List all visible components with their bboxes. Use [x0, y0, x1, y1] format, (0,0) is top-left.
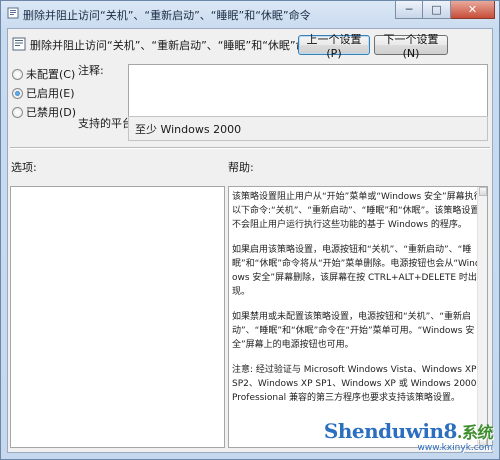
scroll-up-arrow[interactable] — [479, 187, 487, 196]
options-label: 选项: — [11, 161, 37, 174]
previous-setting-button[interactable]: 上一个设置(P) — [298, 33, 370, 60]
help-paragraph: 注意: 经过验证与 Microsoft Windows Vista、Window… — [232, 365, 477, 403]
comment-label: 注释: — [78, 64, 104, 77]
help-paragraph: 如果启用该策略设置，电源按钮和“关机”、“重新启动”、“睡眠”和“休眠”命令将从… — [232, 245, 481, 297]
dialog-client: 删除并阻止访问“关机”、“重新启动”、“睡眠”和“休眠”命令 上一个设置(P) … — [7, 28, 493, 453]
platform-value: 至少 Windows 2000 — [135, 123, 242, 136]
radio-not-configured[interactable]: 未配置(C) — [12, 66, 75, 82]
radio-label: 未配置(C) — [26, 68, 76, 81]
policy-title: 删除并阻止访问“关机”、“重新启动”、“睡眠”和“休眠”命令 — [30, 39, 318, 52]
radio-label: 已禁用(D) — [26, 106, 77, 119]
policy-setting-icon — [7, 7, 19, 19]
policy-window: 删除并阻止访问“关机”、“重新启动”、“睡眠”和“休眠”命令 ─ □ ✕ 删除并… — [0, 0, 500, 460]
radio-label: 已启用(E) — [26, 87, 75, 100]
maximize-button[interactable]: □ — [423, 1, 451, 19]
scroll-down-arrow[interactable] — [479, 438, 487, 447]
options-pane[interactable] — [10, 186, 225, 448]
platform-field: 至少 Windows 2000 — [128, 116, 488, 141]
radio-indicator[interactable] — [12, 106, 23, 118]
divider — [10, 147, 490, 149]
policy-icon — [12, 37, 26, 51]
help-scrollbar[interactable] — [477, 187, 487, 447]
help-paragraph: 如果禁用或未配置该策略设置，电源按钮和“关机”、“重新启动”、“睡眠”和“休眠”… — [232, 312, 475, 350]
help-paragraph: 该策略设置阻止用户从“开始”菜单或“Windows 安全”屏幕执行以下命令:“关… — [232, 192, 483, 230]
help-label: 帮助: — [228, 161, 254, 174]
next-setting-button[interactable]: 下一个设置(N) — [374, 33, 448, 60]
minimize-button[interactable]: ─ — [395, 1, 423, 19]
radio-enabled[interactable]: 已启用(E) — [12, 85, 75, 101]
radio-disabled[interactable]: 已禁用(D) — [12, 104, 76, 120]
close-button[interactable]: ✕ — [451, 1, 495, 19]
title-bar[interactable]: 删除并阻止访问“关机”、“重新启动”、“睡眠”和“休眠”命令 ─ □ ✕ — [1, 1, 499, 27]
window-title: 删除并阻止访问“关机”、“重新启动”、“睡眠”和“休眠”命令 — [23, 9, 311, 22]
help-pane[interactable]: 该策略设置阻止用户从“开始”菜单或“Windows 安全”屏幕执行以下命令:“关… — [228, 186, 488, 448]
radio-indicator-selected[interactable] — [12, 87, 23, 99]
radio-indicator[interactable] — [12, 68, 23, 80]
